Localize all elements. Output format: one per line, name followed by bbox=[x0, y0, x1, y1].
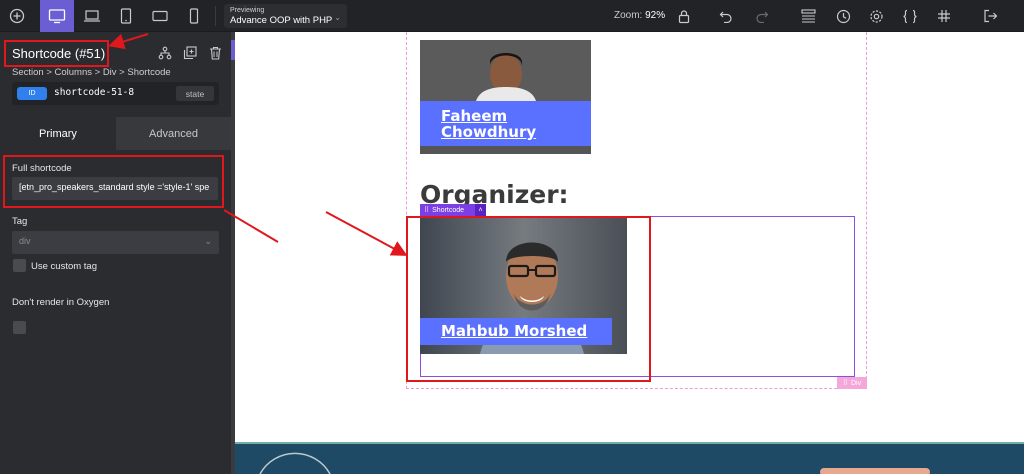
settings-gear-icon[interactable] bbox=[866, 0, 886, 32]
tag-label: Tag bbox=[12, 216, 28, 227]
custom-tag-checkbox[interactable] bbox=[13, 259, 26, 272]
redo-icon[interactable] bbox=[752, 0, 772, 32]
phone-view-icon[interactable] bbox=[180, 0, 208, 32]
toolbar-divider bbox=[215, 6, 216, 26]
zoom-label: Zoom: bbox=[614, 10, 643, 21]
top-toolbar: Previewing Advance OOP with PHP ⌄ Zoom: … bbox=[0, 0, 1024, 32]
trash-icon[interactable] bbox=[206, 44, 224, 62]
tablet-view-icon[interactable] bbox=[112, 0, 140, 32]
grid-hash-icon[interactable] bbox=[934, 0, 954, 32]
shortcode-tag-label: Shortcode bbox=[432, 206, 465, 214]
desktop-view-icon[interactable] bbox=[40, 0, 74, 32]
chevron-down-icon: ⌄ bbox=[204, 236, 212, 246]
annotation-title-box bbox=[4, 40, 109, 67]
custom-tag-label: Use custom tag bbox=[31, 261, 97, 272]
add-element-icon[interactable] bbox=[4, 0, 30, 32]
footer-section bbox=[235, 442, 1024, 474]
speaker-name-1[interactable]: Faheem Chowdhury bbox=[420, 101, 591, 146]
selector-row: ID shortcode-51-8 state bbox=[12, 82, 219, 105]
dont-render-checkbox[interactable] bbox=[13, 321, 26, 334]
panel-tabs: Primary Advanced bbox=[0, 117, 231, 150]
annotation-shortcode-box bbox=[3, 155, 224, 208]
speaker-card-strip bbox=[420, 146, 591, 154]
drag-handle-icon[interactable]: ⠿ bbox=[424, 206, 429, 214]
preview-value: Advance OOP with PHP bbox=[230, 15, 333, 26]
speaker-photo-1 bbox=[420, 40, 591, 101]
zoom-value: 92% bbox=[645, 10, 666, 21]
preview-label: Previewing bbox=[230, 7, 265, 14]
history-icon[interactable] bbox=[833, 0, 853, 32]
tag-select[interactable]: div ⌄ bbox=[12, 231, 219, 254]
div-element-tag[interactable]: ⠿ Div bbox=[837, 377, 867, 389]
chevron-down-icon: ⌄ bbox=[334, 13, 341, 22]
duplicate-icon[interactable] bbox=[181, 44, 199, 62]
element-id[interactable]: shortcode-51-8 bbox=[54, 87, 134, 98]
annotation-speaker-box bbox=[406, 216, 651, 382]
lock-icon[interactable] bbox=[674, 0, 694, 32]
structure-panel-icon[interactable] bbox=[798, 0, 818, 32]
tab-advanced[interactable]: Advanced bbox=[116, 117, 231, 150]
exit-icon[interactable] bbox=[980, 0, 1000, 32]
zoom-readout: Zoom: 92% bbox=[614, 10, 665, 21]
dont-render-label: Don't render in Oxygen bbox=[12, 297, 110, 308]
drag-handle-icon[interactable]: ⠿ bbox=[843, 379, 848, 387]
chevron-up-icon[interactable]: ˄ bbox=[475, 204, 486, 216]
tab-primary[interactable]: Primary bbox=[0, 117, 116, 150]
code-braces-icon[interactable] bbox=[900, 0, 920, 32]
tag-select-value: div bbox=[19, 236, 31, 246]
preview-selector[interactable]: Previewing Advance OOP with PHP ⌄ bbox=[224, 4, 347, 28]
footer-decoration bbox=[259, 452, 930, 474]
id-badge[interactable]: ID bbox=[17, 87, 47, 100]
div-tag-label: Div bbox=[851, 379, 862, 387]
undo-icon[interactable] bbox=[716, 0, 736, 32]
shortcode-element-tag[interactable]: ⠿ Shortcode ˄ bbox=[420, 204, 486, 216]
structure-tree-icon[interactable] bbox=[156, 44, 174, 62]
element-actions bbox=[156, 44, 224, 62]
state-button[interactable]: state bbox=[176, 86, 214, 101]
speaker-card-1: Faheem Chowdhury bbox=[420, 40, 591, 154]
tablet-landscape-view-icon[interactable] bbox=[146, 0, 174, 32]
breadcrumb: Section > Columns > Div > Shortcode bbox=[12, 67, 171, 78]
laptop-view-icon[interactable] bbox=[78, 0, 106, 32]
